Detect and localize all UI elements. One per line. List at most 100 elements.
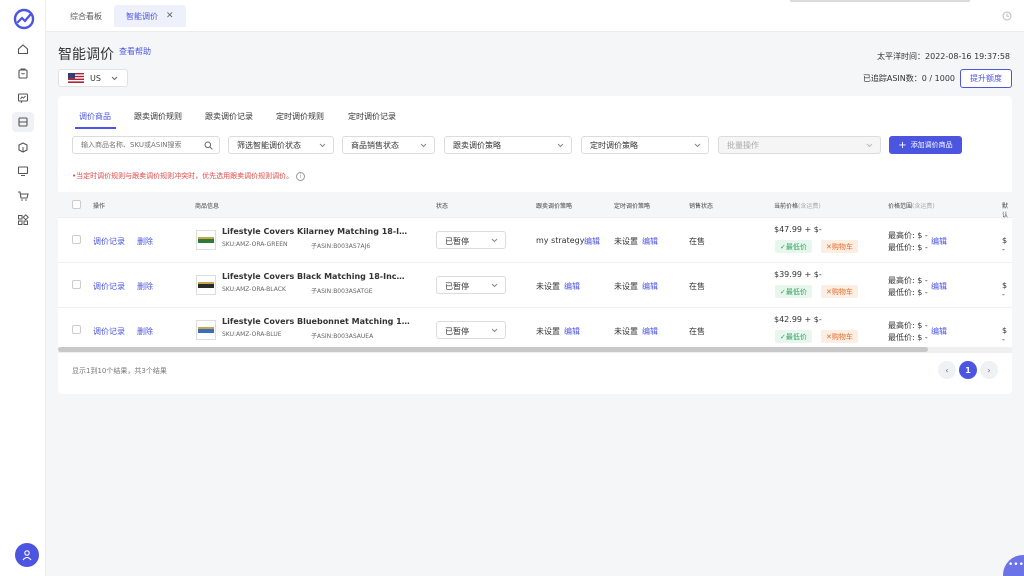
product-thumbnail <box>196 275 216 295</box>
subtab-follow-rules[interactable]: 跟卖调价规则 <box>134 111 182 122</box>
header-sale-status: 销售状态 <box>689 203 714 210</box>
header-product: 商品信息 <box>195 203 220 210</box>
timed-strategy-value: 未设置 <box>614 282 638 291</box>
product-image <box>198 282 214 288</box>
smart-status-select[interactable]: 筛选智能调价状态 <box>228 136 334 154</box>
current-price: $39.99 + $- <box>774 270 822 279</box>
add-pricing-product-button[interactable]: + 添加调价商品 <box>889 136 962 154</box>
tab-dashboard[interactable]: 综合看板 <box>58 5 114 27</box>
search-input[interactable] <box>81 141 199 149</box>
us-flag-icon <box>68 73 84 83</box>
product-name[interactable]: Lifestyle Covers Bluebonnet Matching 18-… <box>222 317 410 326</box>
app-logo-icon[interactable] <box>13 8 35 30</box>
status-select[interactable]: 已暂停 <box>436 231 506 249</box>
horizontal-scrollbar[interactable] <box>58 347 1012 352</box>
help-link[interactable]: 查看帮助 <box>119 46 151 57</box>
status-value: 已暂停 <box>445 282 469 291</box>
edit-follow-link[interactable]: 编辑 <box>584 236 600 247</box>
product-sku: SKU:AMZ-ORA-BLUE <box>222 331 282 338</box>
dots-icon: ••• <box>1008 560 1024 570</box>
sale-status-value: 在售 <box>689 237 705 246</box>
prev-page-button[interactable]: ‹ <box>938 361 956 379</box>
timed-strategy-label: 定时调价策略 <box>590 140 638 150</box>
delete-link[interactable]: 删除 <box>137 326 153 337</box>
subtab-timed-rules[interactable]: 定时调价规则 <box>276 111 324 122</box>
header-action: 操作 <box>93 203 106 210</box>
edit-timed-link[interactable]: 编辑 <box>642 236 658 247</box>
subtab-timed-records[interactable]: 定时调价记录 <box>348 111 396 122</box>
next-page-button[interactable]: › <box>980 361 998 379</box>
lowest-price-tag: ✓最低价 <box>775 330 812 343</box>
header-price-hint: (含运费) <box>798 203 821 210</box>
close-tab-icon[interactable]: ✕ <box>166 11 174 21</box>
package-icon[interactable] <box>12 137 34 157</box>
select-all-checkbox[interactable] <box>72 200 81 209</box>
edit-range-link[interactable]: 编辑 <box>931 326 947 337</box>
product-name[interactable]: Lifestyle Covers Black Matching 18-Inch … <box>222 272 410 281</box>
price-log-link[interactable]: 调价记录 <box>93 326 125 337</box>
row-checkbox[interactable] <box>72 235 81 244</box>
search-field[interactable] <box>72 136 220 154</box>
buy-box-tag: ✕购物车 <box>821 240 858 253</box>
current-price: $42.99 + $- <box>774 315 822 324</box>
table-row: 调价记录 删除 Lifestyle Covers Black Matching … <box>58 263 1012 308</box>
chat-chart-icon[interactable] <box>12 88 34 108</box>
bulk-ops-label: 批量操作 <box>727 140 759 150</box>
edit-range-link[interactable]: 编辑 <box>931 281 947 292</box>
chat-support-button[interactable]: ••• <box>1003 555 1024 576</box>
apps-grid-icon[interactable] <box>12 210 34 230</box>
rule-conflict-warning: •当定时调价规则与跟卖调价规则冲突时，优先选用跟卖调价规则调价。 i <box>72 171 306 181</box>
buy-box-tag: ✕购物车 <box>821 330 858 343</box>
subtab-pricing-products[interactable]: 调价商品 <box>79 111 111 122</box>
product-thumbnail <box>196 230 216 250</box>
tab-smart-pricing[interactable]: 智能调价 ✕ <box>114 5 186 27</box>
edit-follow-link[interactable]: 编辑 <box>564 281 580 292</box>
page-title: 智能调价 <box>58 47 114 63</box>
product-name[interactable]: Lifestyle Covers Kilarney Matching 18-In… <box>222 227 410 236</box>
page-number-button[interactable]: 1 <box>959 361 977 379</box>
sale-status-select[interactable]: 商品销售状态 <box>342 136 435 154</box>
product-thumbnail <box>196 320 216 340</box>
row-checkbox[interactable] <box>72 325 81 334</box>
subtab-follow-records[interactable]: 跟卖调价记录 <box>205 111 253 122</box>
info-icon[interactable]: i <box>296 171 306 181</box>
dropdown-shadow <box>790 0 970 2</box>
country-code: US <box>90 73 101 83</box>
row-checkbox[interactable] <box>72 280 81 289</box>
bag-icon[interactable] <box>12 63 34 83</box>
product-asin: 子ASIN:B003AS7AJ6 <box>311 243 371 250</box>
edit-range-link[interactable]: 编辑 <box>931 236 947 247</box>
clock-icon[interactable] <box>1002 11 1012 21</box>
sidebar <box>0 0 46 576</box>
default-price: $ - <box>1002 326 1008 344</box>
search-icon[interactable] <box>204 141 213 150</box>
delete-link[interactable]: 删除 <box>137 281 153 292</box>
edit-follow-link[interactable]: 编辑 <box>564 326 580 337</box>
upgrade-quota-button[interactable]: 提升额度 <box>960 69 1012 88</box>
tab-dashboard-label: 综合看板 <box>70 11 102 21</box>
timed-strategy-select[interactable]: 定时调价策略 <box>581 136 709 154</box>
status-select[interactable]: 已暂停 <box>436 321 506 339</box>
add-button-label: 添加调价商品 <box>910 141 953 149</box>
edit-timed-link[interactable]: 编辑 <box>642 281 658 292</box>
delete-link[interactable]: 删除 <box>137 236 153 247</box>
header-timed-strategy: 定时调价策略 <box>614 203 651 210</box>
user-avatar-icon[interactable] <box>15 543 39 567</box>
monitor-icon[interactable] <box>12 161 34 181</box>
scrollbar-thumb[interactable] <box>58 347 928 352</box>
status-select[interactable]: 已暂停 <box>436 276 506 294</box>
bulk-ops-select[interactable]: 批量操作 <box>718 136 881 154</box>
min-price: 最低价: $ - <box>888 288 928 297</box>
cart-icon[interactable] <box>12 186 34 206</box>
home-icon[interactable] <box>12 39 34 59</box>
store-icon[interactable] <box>12 112 34 132</box>
follow-strategy-select[interactable]: 跟卖调价策略 <box>444 136 572 154</box>
chevron-down-icon <box>319 143 326 148</box>
results-summary: 显示1到10个结果，共3个结果 <box>72 367 167 375</box>
edit-timed-link[interactable]: 编辑 <box>642 326 658 337</box>
price-log-link[interactable]: 调价记录 <box>93 236 125 247</box>
country-selector[interactable]: US <box>58 69 128 87</box>
chevron-down-icon <box>420 143 427 148</box>
lowest-price-tag: ✓最低价 <box>775 240 812 253</box>
price-log-link[interactable]: 调价记录 <box>93 281 125 292</box>
